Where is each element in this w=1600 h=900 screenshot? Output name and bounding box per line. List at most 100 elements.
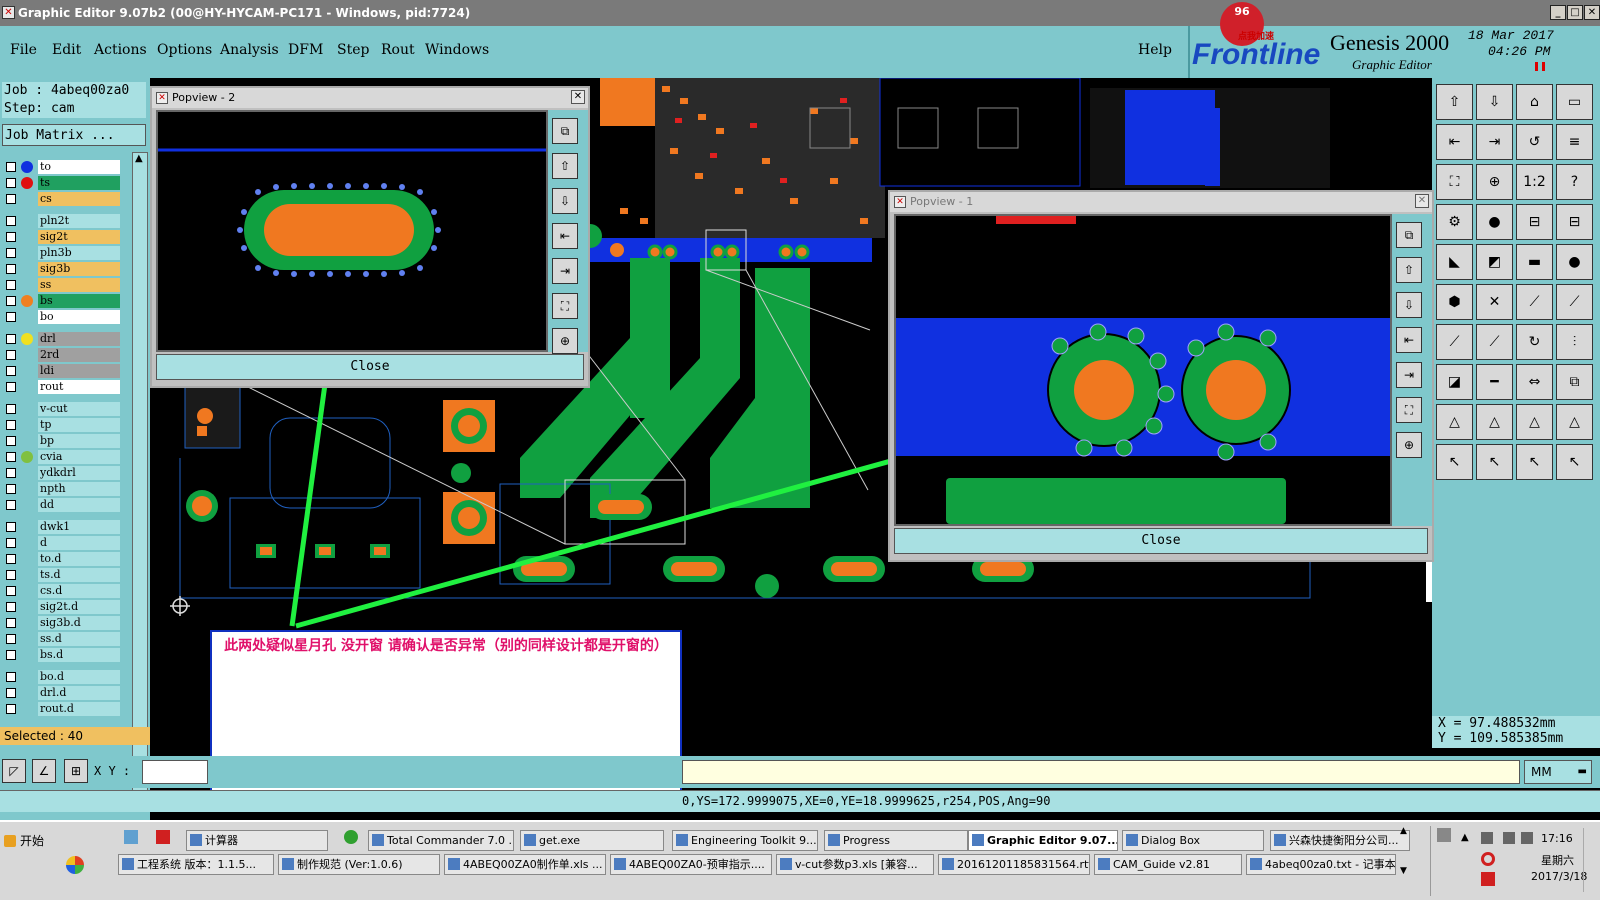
layer-checkbox[interactable] <box>6 178 16 188</box>
layer-checkbox[interactable] <box>6 500 16 510</box>
popview-tool-icon[interactable]: ⇥ <box>552 258 578 284</box>
popview-1-close-button[interactable]: Close <box>894 528 1428 554</box>
show-desktop-button[interactable] <box>1583 828 1591 892</box>
app-tray-icon[interactable] <box>1481 872 1495 886</box>
taskbar-item[interactable]: 工程系统 版本：1.1.5... <box>118 854 274 875</box>
layer-checkbox[interactable] <box>6 312 16 322</box>
taskbar-item[interactable]: 计算器 <box>186 830 328 851</box>
layer-row-bo.d[interactable]: bo.d <box>4 670 120 684</box>
layer-checkbox[interactable] <box>6 522 16 532</box>
zoom-center-icon[interactable]: ⊕ <box>1476 164 1513 200</box>
taskbar-item[interactable]: 20161201185831564.rtf... <box>938 854 1090 875</box>
popview-1-canvas[interactable] <box>894 214 1392 526</box>
layer-checkbox[interactable] <box>6 570 16 580</box>
layer-row-sig3b[interactable]: sig3b <box>4 262 120 276</box>
help-icon[interactable]: ? <box>1556 164 1593 200</box>
popview-tool-icon[interactable]: ⇥ <box>1396 362 1422 388</box>
layer-row-ldi[interactable]: ldi <box>4 364 120 378</box>
layer-checkbox[interactable] <box>6 280 16 290</box>
menu-icon[interactable]: ≡ <box>1556 124 1593 160</box>
measure-icon[interactable]: ⇔ <box>1516 364 1553 400</box>
square-icon[interactable]: ◪ <box>1436 364 1473 400</box>
shape-icon[interactable]: ◩ <box>1476 244 1513 280</box>
pointer-icon[interactable]: ↖ <box>1436 444 1473 480</box>
delta-icon[interactable]: △ <box>1436 404 1473 440</box>
pdf-icon[interactable] <box>156 830 170 844</box>
layer-row-pln3b[interactable]: pln3b <box>4 246 120 260</box>
taskbar-item[interactable]: Progress <box>824 830 968 851</box>
angle-tool-icon[interactable]: ∠ <box>32 759 56 783</box>
pointer2-icon[interactable]: ↖ <box>1476 444 1513 480</box>
command-input[interactable] <box>682 760 1520 784</box>
taskbar-item[interactable]: Dialog Box <box>1122 830 1264 851</box>
layer-checkbox[interactable] <box>6 452 16 462</box>
taskbar-item[interactable]: 4ABEQ00ZA0制作单.xls ... <box>444 854 606 875</box>
layer-checkbox[interactable] <box>6 404 16 414</box>
layer-row-sig2t.d[interactable]: sig2t.d <box>4 600 120 614</box>
layer-row-ydkdrl[interactable]: ydkdrl <box>4 466 120 480</box>
layer-row-sig3b.d[interactable]: sig3b.d <box>4 616 120 630</box>
taskbar-item[interactable]: v-cut参数p3.xls [兼容... <box>776 854 934 875</box>
layer-checkbox[interactable] <box>6 602 16 612</box>
scale-icon[interactable]: 1:2 <box>1516 164 1553 200</box>
popview-tool-icon[interactable]: ⊕ <box>1396 432 1422 458</box>
split-icon[interactable]: ⫶ <box>1556 324 1593 360</box>
layer-row-ss.d[interactable]: ss.d <box>4 632 120 646</box>
layer-checkbox[interactable] <box>6 436 16 446</box>
layer-row-d[interactable]: d <box>4 536 120 550</box>
units-select[interactable]: MM ▬ <box>1524 760 1592 784</box>
quicklaunch-icon[interactable] <box>124 830 138 844</box>
signal-icon[interactable] <box>1521 832 1533 844</box>
layer-checkbox[interactable] <box>6 468 16 478</box>
taskbar-item[interactable]: 4ABEQ00ZA0-预审指示.... <box>610 854 772 875</box>
layer-row-dwk1[interactable]: dwk1 <box>4 520 120 534</box>
popview-tool-icon[interactable]: ⇧ <box>552 153 578 179</box>
layer-checkbox[interactable] <box>6 248 16 258</box>
layer-row-cs.d[interactable]: cs.d <box>4 584 120 598</box>
dash-icon[interactable]: ━ <box>1476 364 1513 400</box>
grid-tool-icon[interactable]: ⊞ <box>64 759 88 783</box>
popview-tool-icon[interactable]: ⛶ <box>1396 397 1422 423</box>
layer-checkbox[interactable] <box>6 232 16 242</box>
popview-tool-icon[interactable]: ⧉ <box>552 118 578 144</box>
layer-row-rout[interactable]: rout <box>4 380 120 394</box>
delta3-icon[interactable]: △ <box>1516 404 1553 440</box>
start-button[interactable]: 开始 <box>2 830 54 852</box>
layer-checkbox[interactable] <box>6 554 16 564</box>
popview-tool-icon[interactable]: ⛶ <box>552 293 578 319</box>
taskbar-item[interactable]: CAM_Guide v2.81 <box>1094 854 1242 875</box>
layer-row-2rd[interactable]: 2rd <box>4 348 120 362</box>
pointer3-icon[interactable]: ↖ <box>1516 444 1553 480</box>
home-icon[interactable]: ⌂ <box>1516 84 1553 120</box>
circle-icon[interactable]: ● <box>1556 244 1593 280</box>
layer-row-drl[interactable]: drl <box>4 332 120 346</box>
volume-icon[interactable] <box>1503 832 1515 844</box>
panel2-icon[interactable]: ⊟ <box>1556 204 1593 240</box>
layer-checkbox[interactable] <box>6 162 16 172</box>
layer-row-dd[interactable]: dd <box>4 498 120 512</box>
tray-expand-icon[interactable]: ▲ <box>1461 832 1469 843</box>
fit-down-icon[interactable]: ⇩ <box>1476 84 1513 120</box>
delta2-icon[interactable]: △ <box>1476 404 1513 440</box>
xy-input[interactable] <box>142 760 208 784</box>
ie-icon[interactable] <box>344 830 358 844</box>
layer-checkbox[interactable] <box>6 420 16 430</box>
layer-checkbox[interactable] <box>6 704 16 714</box>
popview-2-close-button[interactable]: Close <box>156 354 584 380</box>
printer-icon[interactable] <box>1437 828 1451 842</box>
layer-row-pln2t[interactable]: pln2t <box>4 214 120 228</box>
popview-1-close-icon[interactable]: ✕ <box>1415 194 1429 208</box>
delta4-icon[interactable]: △ <box>1556 404 1593 440</box>
popview-tool-icon[interactable]: ⇩ <box>552 188 578 214</box>
layer-checkbox[interactable] <box>6 650 16 660</box>
layer-row-ss[interactable]: ss <box>4 278 120 292</box>
copy-icon[interactable]: ⧉ <box>1556 364 1593 400</box>
fit-up-icon[interactable]: ⇧ <box>1436 84 1473 120</box>
popview-1-titlebar[interactable]: ✕ Popview - 1 ✕ <box>890 192 1432 212</box>
line4-icon[interactable]: ⟋ <box>1476 324 1513 360</box>
popview-2-canvas[interactable] <box>156 110 548 352</box>
layer-checkbox[interactable] <box>6 382 16 392</box>
layer-checkbox[interactable] <box>6 618 16 628</box>
taskbar-scroll[interactable]: ▲ ▼ <box>1400 826 1424 896</box>
zoom-fit-icon[interactable]: ⛶ <box>1436 164 1473 200</box>
